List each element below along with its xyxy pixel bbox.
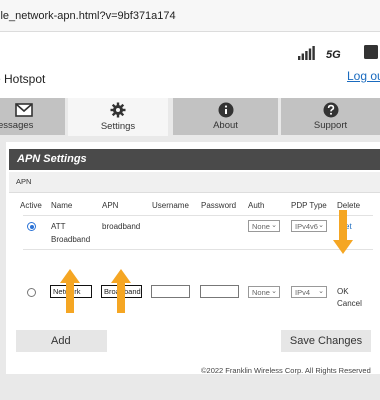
row1-apn: broadband [102,222,141,231]
col-pdp-type: PDP Type [291,201,327,210]
tab-support[interactable]: Support [281,98,380,135]
cancel-link[interactable]: Cancel [337,299,362,308]
page: 5G e Hotspot Log out essages Settings [0,32,380,400]
battery-icon [364,45,378,59]
row2-active-radio[interactable] [27,288,36,297]
tab-about-label: About [213,120,238,131]
panel-subtitle: APN [16,177,32,186]
logout-link[interactable]: Log out [347,69,380,83]
add-button[interactable]: Add [16,330,107,352]
apn-settings-panel: APN Settings APN Active Name APN Usernam… [6,142,380,374]
header-divider [23,215,373,216]
chevron-down-icon: ⌄ [318,222,324,229]
signal-bars-icon [298,46,315,60]
hotspot-title: e Hotspot [0,72,46,86]
chevron-down-icon: ⌄ [271,288,277,295]
row1-auth-value: None [252,222,270,231]
row1-auth-select[interactable]: None ⌄ [248,220,280,232]
chevron-down-icon: ⌄ [318,288,324,295]
tab-settings-label: Settings [100,121,136,132]
annotation-arrow-up-icon [111,269,131,313]
row1-pdp-select[interactable]: IPv4v6 ⌄ [291,220,327,232]
row2-pdp-select[interactable]: IPv4 ⌄ [291,286,327,298]
add-button-label: Add [51,335,71,347]
tab-about[interactable]: About [173,98,278,135]
password-input[interactable] [200,285,239,298]
col-apn: APN [102,201,119,210]
row1-name-line1: ATT [51,222,66,231]
row1-name-line2: Broadband [51,235,91,244]
col-active: Active [20,201,42,210]
copyright-text: ©2022 Franklin Wireless Corp. All Rights… [201,366,371,375]
panel-title: APN Settings [17,153,87,165]
info-icon [218,102,233,118]
col-name: Name [51,201,73,210]
row2-auth-select[interactable]: None ⌄ [248,286,280,298]
col-delete: Delete [337,201,361,210]
row2-pdp-value: IPv4 [295,288,311,297]
header-bar: 5G e Hotspot Log out [0,32,380,98]
save-changes-button[interactable]: Save Changes [281,330,371,352]
col-username: Username [152,201,189,210]
panel-subheader: APN [9,172,380,193]
network-type-label: 5G [326,49,341,61]
gear-icon [110,102,126,118]
row1-pdp-value: IPv4v6 [295,222,318,231]
annotation-arrow-down-icon [333,210,353,254]
row2-auth-value: None [252,288,270,297]
browser-address-bar[interactable]: ile_network-apn.html?v=9bf371a174 [0,0,380,32]
tab-support-label: Support [313,120,348,131]
username-input[interactable] [151,285,190,298]
panel-header: APN Settings [9,149,380,170]
help-icon [323,102,338,118]
chevron-down-icon: ⌄ [271,222,277,229]
col-auth: Auth [248,201,265,210]
tab-messages[interactable]: essages [0,98,65,135]
envelope-icon [15,103,33,117]
tab-settings[interactable]: Settings [68,98,168,136]
col-password: Password [201,201,237,210]
row-divider [23,249,373,250]
tab-messages-label: essages [0,120,34,131]
ok-link[interactable]: OK [337,287,349,296]
url-text[interactable]: ile_network-apn.html?v=9bf371a174 [0,10,176,22]
row1-active-radio[interactable] [27,222,36,231]
annotation-arrow-up-icon [60,269,80,313]
